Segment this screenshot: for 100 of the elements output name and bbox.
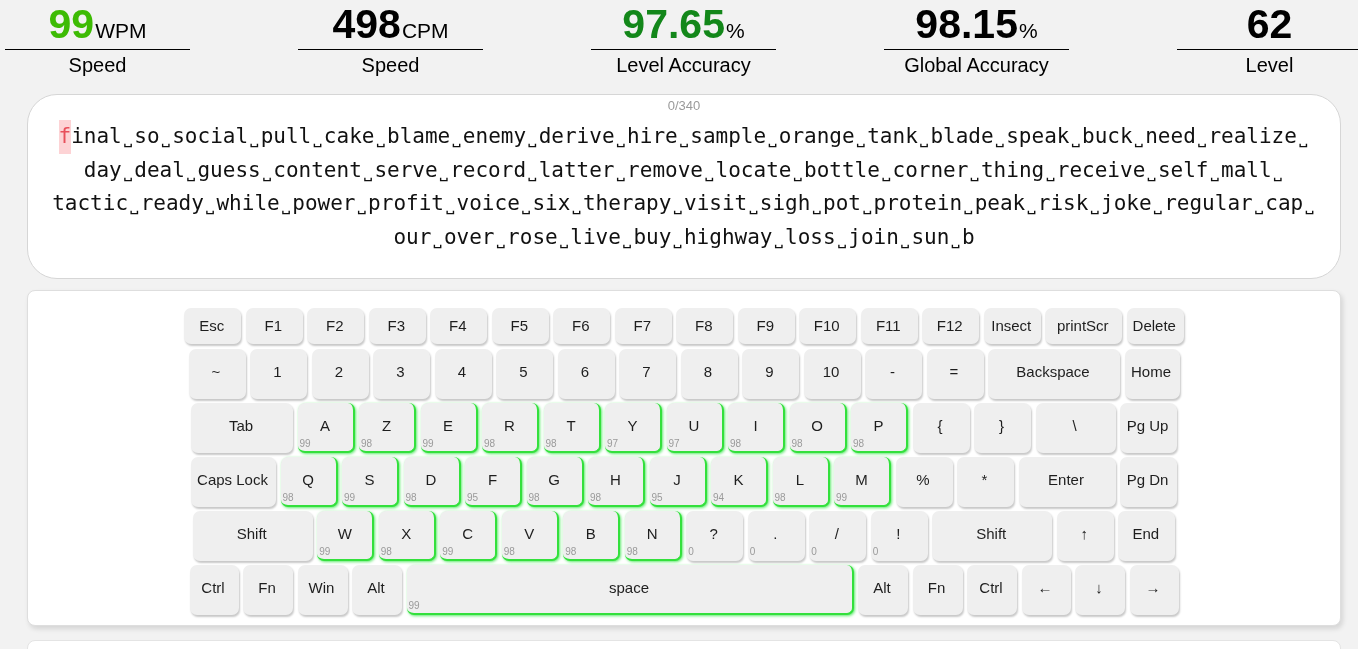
keyboard-key[interactable]: K 94 (711, 457, 768, 507)
keyboard-key[interactable]: E 99 (420, 403, 478, 453)
keyboard-key[interactable]: F 95 (465, 457, 522, 507)
keyboard-key[interactable]: Q 98 (280, 457, 338, 507)
keyboard-key[interactable]: Insect (983, 308, 1041, 344)
keyboard-key[interactable]: L 98 (772, 457, 830, 507)
keyboard-key[interactable]: F2 (307, 308, 365, 344)
keyboard-key[interactable]: F6 (553, 308, 611, 344)
keyboard-key[interactable]: P 98 (851, 403, 908, 453)
keyboard-key[interactable]: Tab (191, 403, 293, 453)
keyboard-key[interactable]: → (1129, 565, 1179, 615)
keyboard-key[interactable]: F5 (491, 308, 549, 344)
keyboard-key[interactable]: F1 (245, 308, 303, 344)
keyboard-key[interactable]: ~ (188, 349, 246, 399)
progress-counter: 0/340 (667, 98, 701, 114)
keyboard-key[interactable]: 1 (250, 349, 307, 399)
keyboard-key[interactable]: S 99 (342, 457, 399, 507)
stat-value: 98.15 (915, 0, 1018, 48)
keyboard-key[interactable]: F7 (614, 308, 672, 344)
keyboard-key[interactable]: Win (297, 565, 348, 615)
keyboard-key[interactable]: Pg Up (1120, 403, 1177, 453)
key-score: 98 (282, 492, 294, 503)
keyboard-key[interactable]: W 99 (317, 511, 375, 561)
keyboard-key[interactable]: F9 (737, 308, 795, 344)
keyboard-key[interactable]: % (895, 457, 953, 507)
keyboard-key[interactable]: 5 (496, 349, 553, 399)
key-score: 99 (408, 600, 420, 611)
keyboard-key[interactable]: Enter (1018, 457, 1116, 507)
keyboard-key[interactable]: / 0 (809, 511, 867, 561)
keyboard-key[interactable]: J 95 (649, 457, 707, 507)
keyboard-key[interactable]: F4 (430, 308, 488, 344)
keyboard-key[interactable]: 9 (742, 349, 799, 399)
keyboard-key[interactable]: 8 (680, 349, 738, 399)
keyboard-key[interactable]: M 99 (834, 457, 891, 507)
keyboard-key[interactable]: H 98 (588, 457, 645, 507)
keyboard-key[interactable]: 3 (373, 349, 430, 399)
keyboard-key[interactable]: Alt (858, 565, 908, 615)
stat-label: Level Accuracy (616, 53, 751, 78)
keyboard-key[interactable]: ← (1021, 565, 1071, 615)
keyboard-key[interactable]: Esc (184, 308, 242, 344)
keyboard-key[interactable]: * (957, 457, 1014, 507)
keyboard-key[interactable]: Ctrl (189, 565, 239, 615)
keyboard-key[interactable]: V 98 (501, 511, 559, 561)
keyboard-key[interactable]: ! 0 (870, 511, 928, 561)
keyboard-key[interactable]: Backspace (988, 349, 1120, 399)
keyboard-key[interactable]: 2 (311, 349, 369, 399)
keyboard-key[interactable]: { (912, 403, 970, 453)
keyboard-key[interactable]: Y 97 (605, 403, 662, 453)
keyboard-key[interactable]: End (1118, 511, 1176, 561)
keyboard-key[interactable]: ↓ (1075, 565, 1125, 615)
keyboard-key[interactable]: = (926, 349, 984, 399)
keyboard-key[interactable]: } (974, 403, 1031, 453)
keyboard-key[interactable]: R 98 (482, 403, 539, 453)
keyboard-key[interactable]: C 99 (440, 511, 498, 561)
key-score: 98 (791, 438, 803, 449)
keyboard-key[interactable]: Home (1124, 349, 1180, 399)
stat-unit: % (725, 18, 745, 44)
keyboard-key[interactable]: 6 (557, 349, 615, 399)
keyboard-key[interactable]: Alt (352, 565, 402, 615)
keyboard-key[interactable]: ? 0 (686, 511, 744, 561)
keyboard-key[interactable]: printScr (1045, 308, 1123, 344)
keyboard-key[interactable]: . 0 (747, 511, 805, 561)
keyboard-key[interactable]: B 98 (563, 511, 621, 561)
keyboard-key[interactable]: U 97 (666, 403, 724, 453)
key-score: 98 (405, 492, 417, 503)
keyboard-key[interactable]: F11 (860, 308, 918, 344)
stat-label: Global Accuracy (904, 53, 1049, 78)
stat-value: 62 (1246, 0, 1293, 48)
keyboard-key[interactable]: Pg Dn (1120, 457, 1177, 507)
keyboard-key[interactable]: 4 (434, 349, 492, 399)
keyboard-key[interactable]: Ctrl (967, 565, 1017, 615)
keyboard-key[interactable]: O 98 (789, 403, 847, 453)
keyboard-key[interactable]: G 98 (526, 457, 584, 507)
keyboard-key[interactable]: Caps Lock (191, 457, 276, 507)
keyboard-key[interactable]: Shift (932, 511, 1053, 561)
key-score: 99 (442, 546, 454, 557)
keyboard-key[interactable]: Z 98 (359, 403, 416, 453)
keyboard-key[interactable]: ↑ (1056, 511, 1114, 561)
keyboard-key[interactable]: space 99 (406, 565, 854, 615)
keyboard-key[interactable]: N 98 (624, 511, 682, 561)
keyboard-key[interactable]: T 98 (543, 403, 601, 453)
keyboard-key[interactable]: Fn (912, 565, 963, 615)
typing-text: tactic˽ready˽while˽power˽profit˽voice˽six˽therapy˽visit˽sigh˽pot˽protein˽peak˽risk˽joke˽regular˽cap˽ (52, 190, 1316, 217)
keyboard-key[interactable]: F10 (799, 308, 857, 344)
keyboard-key[interactable]: A 99 (297, 403, 355, 453)
keyboard-key[interactable]: D 98 (403, 457, 461, 507)
keyboard-key[interactable]: F8 (676, 308, 734, 344)
keyboard-key[interactable]: 10 (803, 349, 861, 399)
keyboard-key[interactable]: Fn (243, 565, 293, 615)
stat-unit: CPM (401, 18, 449, 44)
key-score: 98 (730, 438, 742, 449)
keyboard-key[interactable]: F12 (922, 308, 980, 344)
keyboard-key[interactable]: Shift (192, 511, 313, 561)
keyboard-key[interactable]: I 98 (728, 403, 785, 453)
keyboard-key[interactable]: 7 (619, 349, 676, 399)
keyboard-key[interactable]: F3 (368, 308, 426, 344)
keyboard-key[interactable]: - (865, 349, 922, 399)
keyboard-key[interactable]: \ (1035, 403, 1116, 453)
keyboard-key[interactable]: X 98 (378, 511, 436, 561)
keyboard-key[interactable]: Delete (1126, 308, 1184, 344)
